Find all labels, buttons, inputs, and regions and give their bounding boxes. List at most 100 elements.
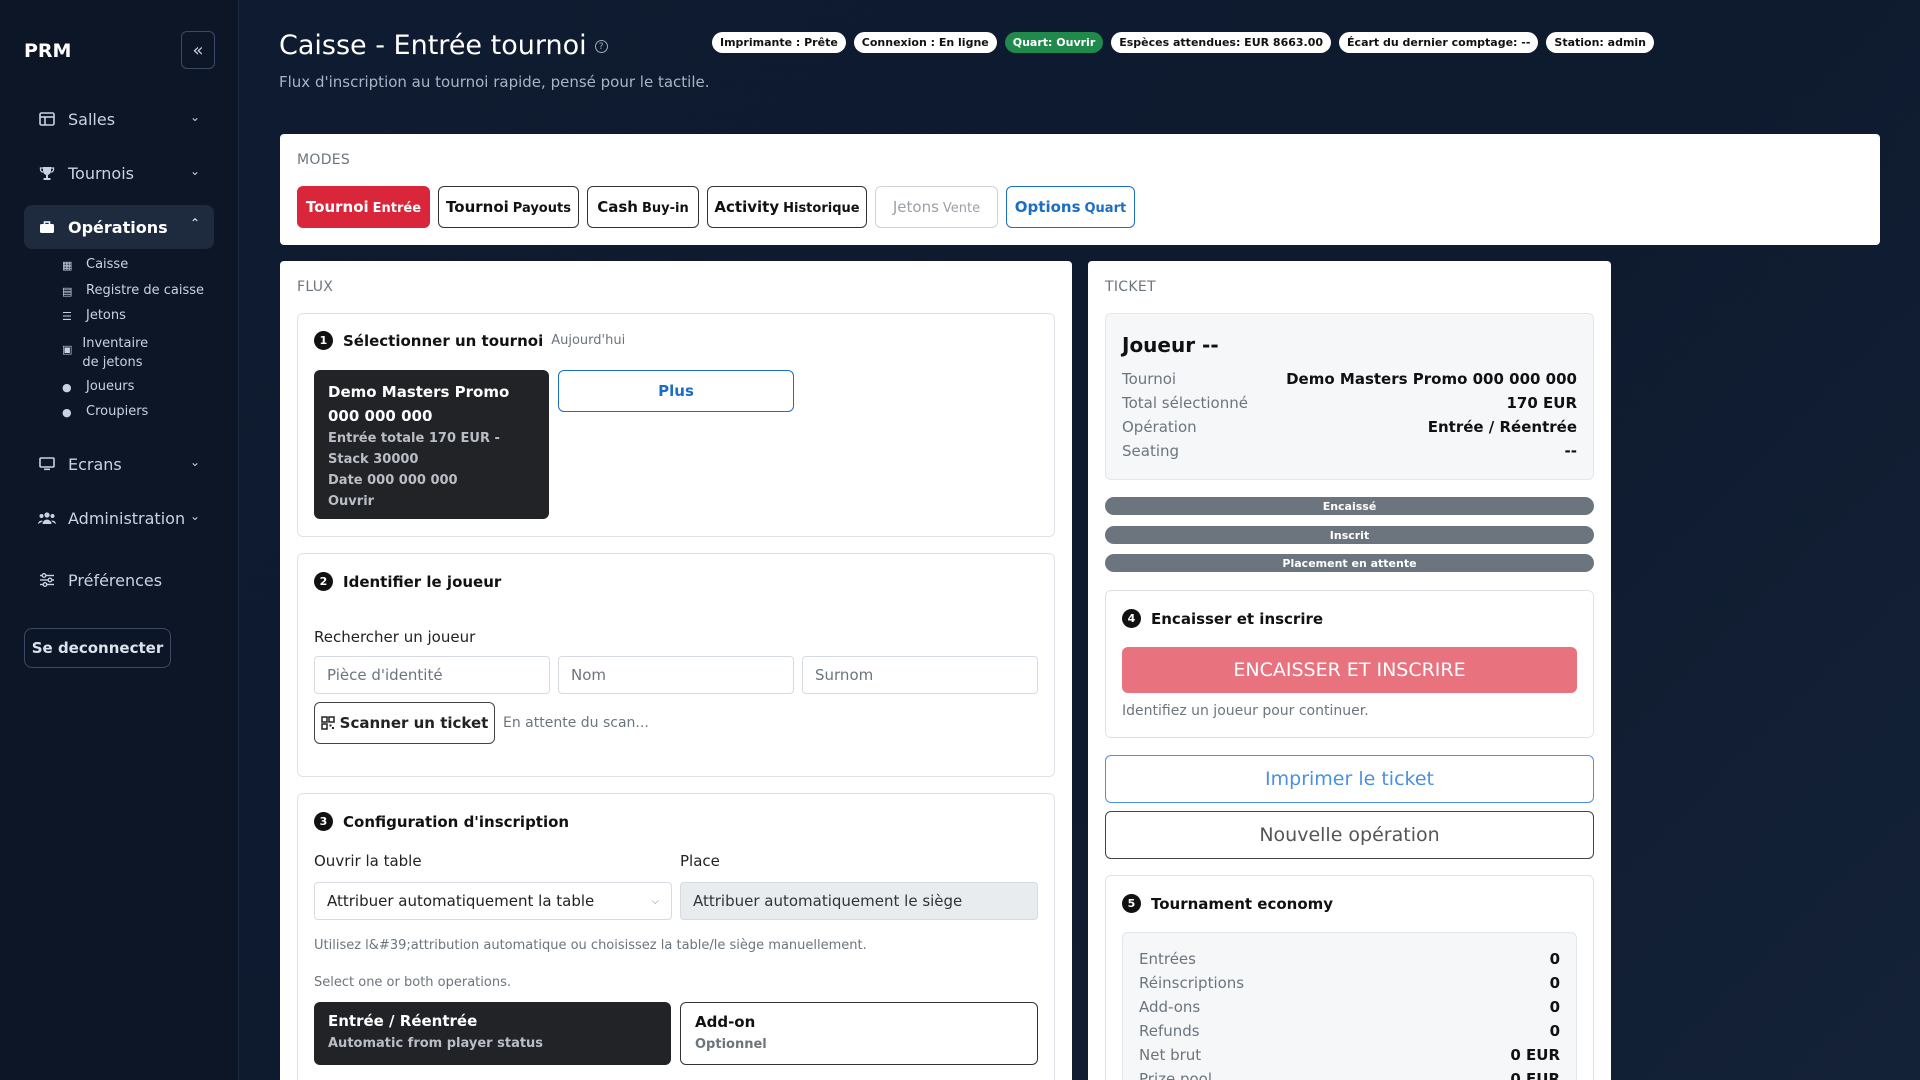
table-grid-icon xyxy=(38,110,56,128)
economy-value: 0 EUR xyxy=(1510,1070,1560,1080)
operation-addon-button[interactable]: Add-on Optionnel xyxy=(680,1002,1038,1065)
economy-row: Entrées 0 xyxy=(1139,950,1560,968)
sidebar-subitem-caisse[interactable]: ▦ Caisse xyxy=(62,257,128,273)
ticket-row-tournoi: Tournoi Demo Masters Promo 000 000 000 xyxy=(1122,370,1577,388)
tournament-card[interactable]: Demo Masters Promo 000 000 000 Entrée to… xyxy=(314,370,549,519)
mode-tournoi-entree-button[interactable]: Tournoi Entrée xyxy=(297,186,430,228)
sidebar-item-preferences[interactable]: Préférences xyxy=(24,558,214,602)
print-ticket-button[interactable]: Imprimer le ticket xyxy=(1105,755,1594,803)
sidebar-item-label: Tournois xyxy=(68,163,134,183)
mode-main-label: Tournoi xyxy=(446,198,509,216)
last-count-gap-badge: Écart du dernier comptage: -- xyxy=(1339,32,1539,53)
ticket-row-operation: Opération Entrée / Réentrée xyxy=(1122,418,1577,436)
step-title-text: Sélectionner un tournoi xyxy=(343,331,544,350)
sidebar-item-label: Administration xyxy=(68,508,186,528)
mode-main-label: Tournoi xyxy=(305,198,369,216)
step2-title: 2 Identifier le joueur xyxy=(314,572,501,591)
assignment-help: Utilisez l&#39;attribution automatique o… xyxy=(314,938,867,953)
ticket-player: Joueur -- xyxy=(1122,333,1219,357)
table-select-value: Attribuer automatiquement la table xyxy=(327,892,595,910)
mode-activity-historique-button[interactable]: Activity Historique xyxy=(707,186,867,228)
users-icon xyxy=(38,509,56,527)
sidebar-item-label: Préférences xyxy=(68,570,163,590)
briefcase-icon xyxy=(38,218,56,236)
ticket-row-key: Seating xyxy=(1122,442,1180,460)
station-badge: Station: admin xyxy=(1546,32,1655,53)
sidebar-subitem-label: Inventaire de jetons xyxy=(82,336,149,370)
mode-main-label: Activity xyxy=(714,198,780,216)
economy-value: 0 xyxy=(1549,950,1560,968)
sidebar-subitem-label: Registre de caisse xyxy=(86,283,205,298)
mode-small-label: Entrée xyxy=(372,201,422,216)
connection-status-badge: Connexion : En ligne xyxy=(853,32,997,53)
help-icon[interactable]: ? xyxy=(594,40,608,53)
printer-status-badge: Imprimante : Prête xyxy=(712,32,846,53)
scan-ticket-button[interactable]: Scanner un ticket xyxy=(314,702,495,744)
collapse-sidebar-button[interactable]: « xyxy=(181,31,215,69)
sidebar-item-tournois[interactable]: Tournois ⌄ xyxy=(24,151,214,195)
user-icon: ● xyxy=(62,381,72,394)
tournament-date: Date 000 000 000 xyxy=(328,473,458,488)
status-pill-registered: Inscrit xyxy=(1105,526,1594,544)
cash-register-icon: ▦ xyxy=(62,259,73,272)
operation-entry-reentry-button[interactable]: Entrée / Réentrée Automatic from player … xyxy=(314,1002,671,1065)
mode-options-quart-button[interactable]: Options Quart xyxy=(1006,186,1135,228)
ticket-row-value: Entrée / Réentrée xyxy=(1427,418,1577,436)
step-number: 3 xyxy=(314,812,333,831)
id-document-input[interactable]: Pièce d'identité xyxy=(314,656,550,694)
sidebar-subitem-inventaire[interactable]: ▣ Inventaire de jetons xyxy=(62,334,162,372)
sidebar-item-administration[interactable]: Administration ⌄ xyxy=(24,496,214,540)
sidebar-subitem-jetons[interactable]: ☰ Jetons xyxy=(62,308,126,324)
sidebar-subitem-label: Jetons xyxy=(86,308,126,323)
economy-value: 0 xyxy=(1549,974,1560,992)
shift-status-badge: Quart: Ouvrir xyxy=(1004,32,1104,53)
sidebar-subitem-registre[interactable]: ▤ Registre de caisse xyxy=(62,283,204,299)
seat-select[interactable]: Attribuer automatiquement le siège xyxy=(680,882,1038,920)
status-pill-seating: Placement en attente xyxy=(1105,554,1594,572)
economy-row: Prize pool 0 EUR xyxy=(1139,1070,1560,1080)
mode-jetons-vente-button[interactable]: Jetons Vente xyxy=(875,186,998,228)
step-number: 1 xyxy=(314,331,333,350)
sidebar-item-label: Salles xyxy=(68,109,116,129)
sidebar-subitem-joueurs[interactable]: ● Joueurs xyxy=(62,379,134,395)
chevron-down-icon: ⌄ xyxy=(189,110,200,124)
sidebar-subitem-label: Caisse xyxy=(86,257,129,272)
chevron-down-icon: ⌄ xyxy=(189,455,200,469)
trophy-icon xyxy=(38,164,56,182)
economy-value: 0 EUR xyxy=(1510,1046,1560,1064)
sidebar-item-operations[interactable]: Opérations ⌃ xyxy=(24,205,214,249)
sidebar-item-ecrans[interactable]: Ecrans ⌄ xyxy=(24,442,214,486)
sidebar-subitem-croupiers[interactable]: ● Croupiers xyxy=(62,404,148,420)
nickname-input[interactable]: Surnom xyxy=(802,656,1038,694)
user-tie-icon: ● xyxy=(62,406,72,419)
table-select[interactable]: Attribuer automatiquement la table ⌵ xyxy=(314,882,672,920)
mode-cash-buyin-button[interactable]: Cash Buy-in xyxy=(587,186,699,228)
sidebar-item-salles[interactable]: Salles ⌄ xyxy=(24,97,214,141)
mode-main-label: Jetons xyxy=(892,198,939,216)
mode-main-label: Cash xyxy=(597,198,638,216)
seat-label: Place xyxy=(680,852,720,870)
ticket-row-value: Demo Masters Promo 000 000 000 xyxy=(1286,370,1577,388)
last-name-input[interactable]: Nom xyxy=(558,656,794,694)
step3-title: 3 Configuration d'inscription xyxy=(314,812,569,831)
economy-value: 0 xyxy=(1549,998,1560,1016)
ticket-row-key: Total sélectionné xyxy=(1122,394,1248,412)
logout-button[interactable]: Se deconnecter xyxy=(24,628,171,668)
brand-logo: PRM xyxy=(24,40,72,62)
status-pill-paid: Encaissé xyxy=(1105,497,1594,515)
mode-tournoi-payouts-button[interactable]: Tournoi Payouts xyxy=(438,186,579,228)
new-operation-button[interactable]: Nouvelle opération xyxy=(1105,811,1594,859)
page-title: Caisse - Entrée tournoi? xyxy=(279,30,608,61)
book-icon: ▤ xyxy=(62,285,73,298)
more-tournaments-button[interactable]: Plus xyxy=(558,370,794,412)
operation-title: Entrée / Réentrée xyxy=(328,1012,478,1030)
step1-hint: Aujourd'hui xyxy=(551,333,626,348)
coins-icon: ☰ xyxy=(62,310,72,323)
operations-hint: Select one or both operations. xyxy=(314,975,511,990)
mode-small-label: Historique xyxy=(783,201,860,216)
seat-select-value: Attribuer automatiquement le siège xyxy=(693,892,963,910)
economy-key: Entrées xyxy=(1139,950,1196,968)
cash-and-register-button[interactable]: ENCAISSER ET INSCRIRE xyxy=(1122,647,1577,693)
economy-row: Add-ons 0 xyxy=(1139,998,1560,1016)
sidebar-item-label: Opérations xyxy=(68,217,168,237)
